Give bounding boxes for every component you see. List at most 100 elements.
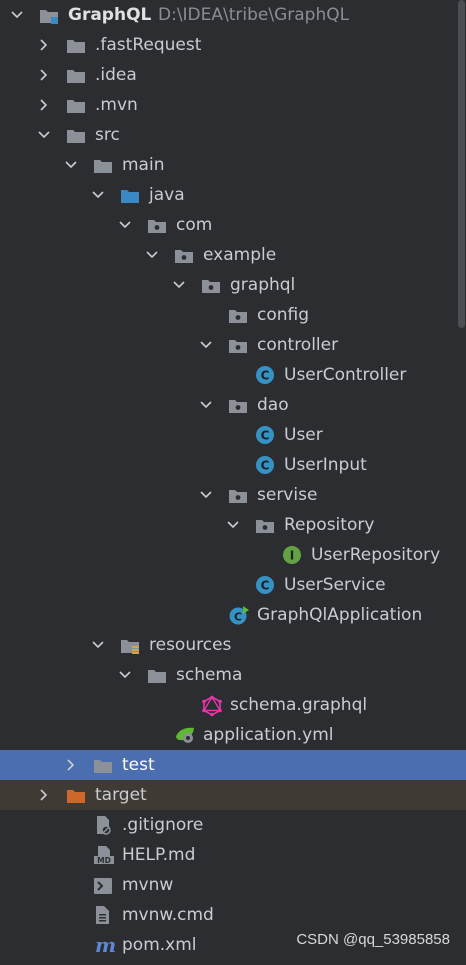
chevron-right-icon[interactable] [37, 90, 51, 120]
tree-node-label: main [122, 155, 165, 175]
tree-node-fastrequest[interactable]: .fastRequest [0, 30, 466, 60]
package-icon [147, 215, 167, 233]
tree-node-userservice[interactable]: C UserService [0, 570, 466, 600]
tree-node-label: graphql [230, 275, 296, 295]
svg-text:C: C [261, 579, 270, 593]
tree-node-mvn[interactable]: .mvn [0, 90, 466, 120]
tree-node-idea[interactable]: .idea [0, 60, 466, 90]
tree-node-controller[interactable]: controller [0, 330, 466, 360]
folder-icon [66, 65, 86, 83]
chevron-right-icon[interactable] [37, 60, 51, 90]
tree-node-java[interactable]: java [0, 180, 466, 210]
folder-icon [66, 95, 86, 113]
tree-node-label: target [95, 785, 147, 805]
tree-node-graphql[interactable]: GraphQL D:\IDEA\tribe\GraphQL [0, 0, 466, 30]
svg-text:MD: MD [97, 856, 111, 865]
tree-node-repository[interactable]: Repository [0, 510, 466, 540]
tree-node-label: Repository [284, 515, 375, 535]
tree-node-application-yml[interactable]: application.yml [0, 720, 466, 750]
tree-node-resources[interactable]: resources [0, 630, 466, 660]
tree-node-label: .fastRequest [95, 35, 202, 55]
markdown-icon: MD [93, 845, 114, 865]
folder-icon [147, 665, 167, 683]
interface-icon: I [282, 545, 302, 564]
tree-node-test[interactable]: test [0, 750, 466, 780]
chevron-right-icon[interactable] [64, 750, 78, 780]
tree-node-example[interactable]: example [0, 240, 466, 270]
class-icon: C [255, 575, 275, 594]
chevron-down-icon[interactable] [64, 150, 78, 180]
folder-icon [93, 755, 113, 773]
tree-node-graphql[interactable]: graphql [0, 270, 466, 300]
chevron-right-icon[interactable] [37, 30, 51, 60]
excluded-folder-icon [66, 785, 86, 803]
tree-node-userinput[interactable]: C UserInput [0, 450, 466, 480]
folder-icon [66, 125, 86, 143]
tree-node-label: dao [257, 395, 289, 415]
tree-node-schema[interactable]: schema [0, 660, 466, 690]
tree-node-label: UserInput [284, 455, 367, 475]
package-icon [201, 275, 221, 293]
tree-node-label: mvnw [122, 875, 174, 895]
package-icon [228, 395, 248, 413]
tree-node-help-md[interactable]: MD HELP.md [0, 840, 466, 870]
tree-node-graphqlapplication[interactable]: C GraphQlApplication [0, 600, 466, 630]
tree-node-mvnw[interactable]: mvnw [0, 870, 466, 900]
tree-node-label: application.yml [203, 725, 334, 745]
tree-node-label: test [122, 755, 155, 775]
svg-text:C: C [234, 611, 242, 624]
spring-boot-class-icon: C [228, 605, 249, 625]
chevron-down-icon[interactable] [226, 510, 240, 540]
tree-node-src[interactable]: src [0, 120, 466, 150]
class-icon: C [255, 425, 275, 444]
svg-text:C: C [261, 429, 270, 443]
chevron-right-icon[interactable] [37, 780, 51, 810]
tree-node-user[interactable]: C User [0, 420, 466, 450]
chevron-down-icon[interactable] [199, 480, 213, 510]
tree-node-label: HELP.md [122, 845, 196, 865]
package-icon [228, 485, 248, 503]
tree-node-userrepository[interactable]: I UserRepository [0, 540, 466, 570]
graphql-icon [201, 695, 222, 717]
chevron-down-icon[interactable] [118, 660, 132, 690]
module-folder-icon [39, 5, 59, 24]
chevron-down-icon[interactable] [10, 0, 24, 30]
spring-yml-icon [174, 725, 194, 743]
project-path: D:\IDEA\tribe\GraphQL [158, 5, 350, 25]
chevron-down-icon[interactable] [172, 270, 186, 300]
tree-node-label: config [257, 305, 310, 325]
package-icon [174, 245, 194, 263]
tree-node-label: User [284, 425, 323, 445]
tree-scrollbar[interactable] [458, 0, 465, 328]
chevron-down-icon[interactable] [118, 210, 132, 240]
chevron-down-icon[interactable] [91, 180, 105, 210]
tree-node-com[interactable]: com [0, 210, 466, 240]
tree-node-label: schema.graphql [230, 695, 368, 715]
tree-node-usercontroller[interactable]: C UserController [0, 360, 466, 390]
tree-node-target[interactable]: target [0, 780, 466, 810]
tree-node-servise[interactable]: servise [0, 480, 466, 510]
chevron-down-icon[interactable] [199, 390, 213, 420]
tree-node-dao[interactable]: dao [0, 390, 466, 420]
folder-icon [93, 155, 113, 173]
class-icon: C [255, 365, 275, 384]
tree-node-label: .idea [95, 65, 137, 85]
tree-node-label: UserRepository [311, 545, 441, 565]
tree-node-label: resources [149, 635, 232, 655]
tree-node-mvnw-cmd[interactable]: mvnw.cmd [0, 900, 466, 930]
gitignore-icon [93, 815, 113, 835]
tree-node-gitignore[interactable]: .gitignore [0, 810, 466, 840]
chevron-down-icon[interactable] [91, 630, 105, 660]
tree-node-main[interactable]: main [0, 150, 466, 180]
text-file-icon [93, 905, 113, 924]
shell-script-icon [93, 875, 113, 894]
chevron-down-icon[interactable] [199, 330, 213, 360]
package-icon [255, 515, 275, 533]
package-icon [228, 305, 248, 323]
chevron-down-icon[interactable] [37, 120, 51, 150]
chevron-down-icon[interactable] [145, 240, 159, 270]
project-tree: GraphQL D:\IDEA\tribe\GraphQL .fastRequest… [0, 0, 466, 960]
tree-node-config[interactable]: config [0, 300, 466, 330]
tree-node-label: schema [176, 665, 243, 685]
tree-node-schema-graphql[interactable]: schema.graphql [0, 690, 466, 720]
